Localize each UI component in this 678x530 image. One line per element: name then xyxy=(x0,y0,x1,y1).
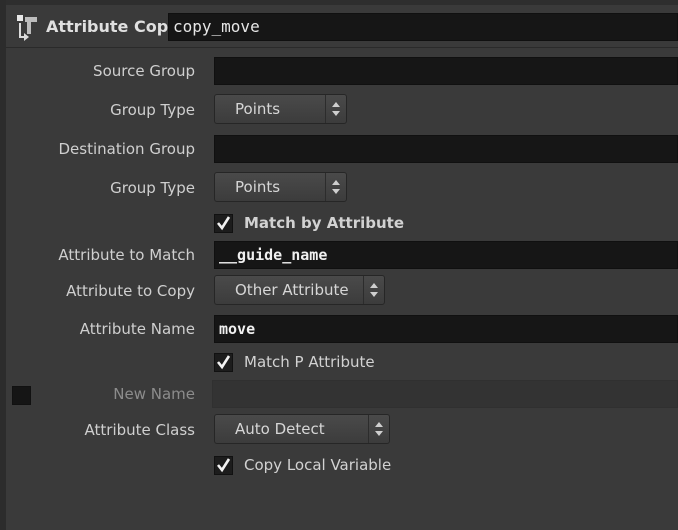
match-by-attribute-checkbox[interactable] xyxy=(214,214,233,233)
checkmark-icon xyxy=(216,355,231,370)
up-down-arrow-icon xyxy=(363,276,378,304)
match-p-attribute-label: Match P Attribute xyxy=(244,353,375,371)
destination-group-input[interactable] xyxy=(214,135,678,163)
group-type-value-2: Points xyxy=(235,178,281,196)
copy-local-variable-label: Copy Local Variable xyxy=(244,456,392,474)
match-by-attribute-label: Match by Attribute xyxy=(244,214,404,232)
new-name-label: New Name xyxy=(113,385,195,403)
match-p-attribute-checkbox[interactable] xyxy=(214,353,233,372)
node-name-input[interactable]: copy_move xyxy=(168,13,678,41)
up-down-arrow-icon xyxy=(325,95,340,123)
attribute-to-match-label: Attribute to Match xyxy=(58,246,195,264)
checkmark-icon xyxy=(216,458,231,473)
up-down-arrow-icon xyxy=(325,173,340,201)
group-type-dropdown-2[interactable]: Points xyxy=(214,172,347,202)
attribute-copy-node-icon[interactable] xyxy=(14,13,42,43)
new-name-input xyxy=(212,380,678,408)
group-type-value: Points xyxy=(235,100,281,118)
group-type-label-2: Group Type xyxy=(110,179,195,197)
copy-local-variable-checkbox[interactable] xyxy=(214,456,233,475)
source-group-label: Source Group xyxy=(93,62,195,80)
node-type-label: Attribute Copy xyxy=(46,17,179,36)
attribute-to-copy-label: Attribute to Copy xyxy=(66,282,195,300)
checkmark-icon xyxy=(216,216,231,231)
attribute-class-dropdown[interactable]: Auto Detect xyxy=(214,414,390,444)
attribute-class-value: Auto Detect xyxy=(235,420,325,438)
attribute-name-label: Attribute Name xyxy=(79,320,195,338)
destination-group-label: Destination Group xyxy=(58,140,195,158)
attribute-class-label: Attribute Class xyxy=(84,421,195,439)
parameter-header: Attribute Copy copy_move xyxy=(6,5,678,48)
group-type-dropdown[interactable]: Points xyxy=(214,94,347,124)
attribute-to-copy-value: Other Attribute xyxy=(235,281,349,299)
group-type-label: Group Type xyxy=(110,101,195,119)
attribute-to-match-input[interactable]: __guide_name xyxy=(214,241,678,269)
attribute-name-input[interactable]: move xyxy=(214,315,678,343)
up-down-arrow-icon xyxy=(368,415,383,443)
source-group-input[interactable] xyxy=(214,57,678,85)
attribute-to-copy-dropdown[interactable]: Other Attribute xyxy=(214,275,385,305)
